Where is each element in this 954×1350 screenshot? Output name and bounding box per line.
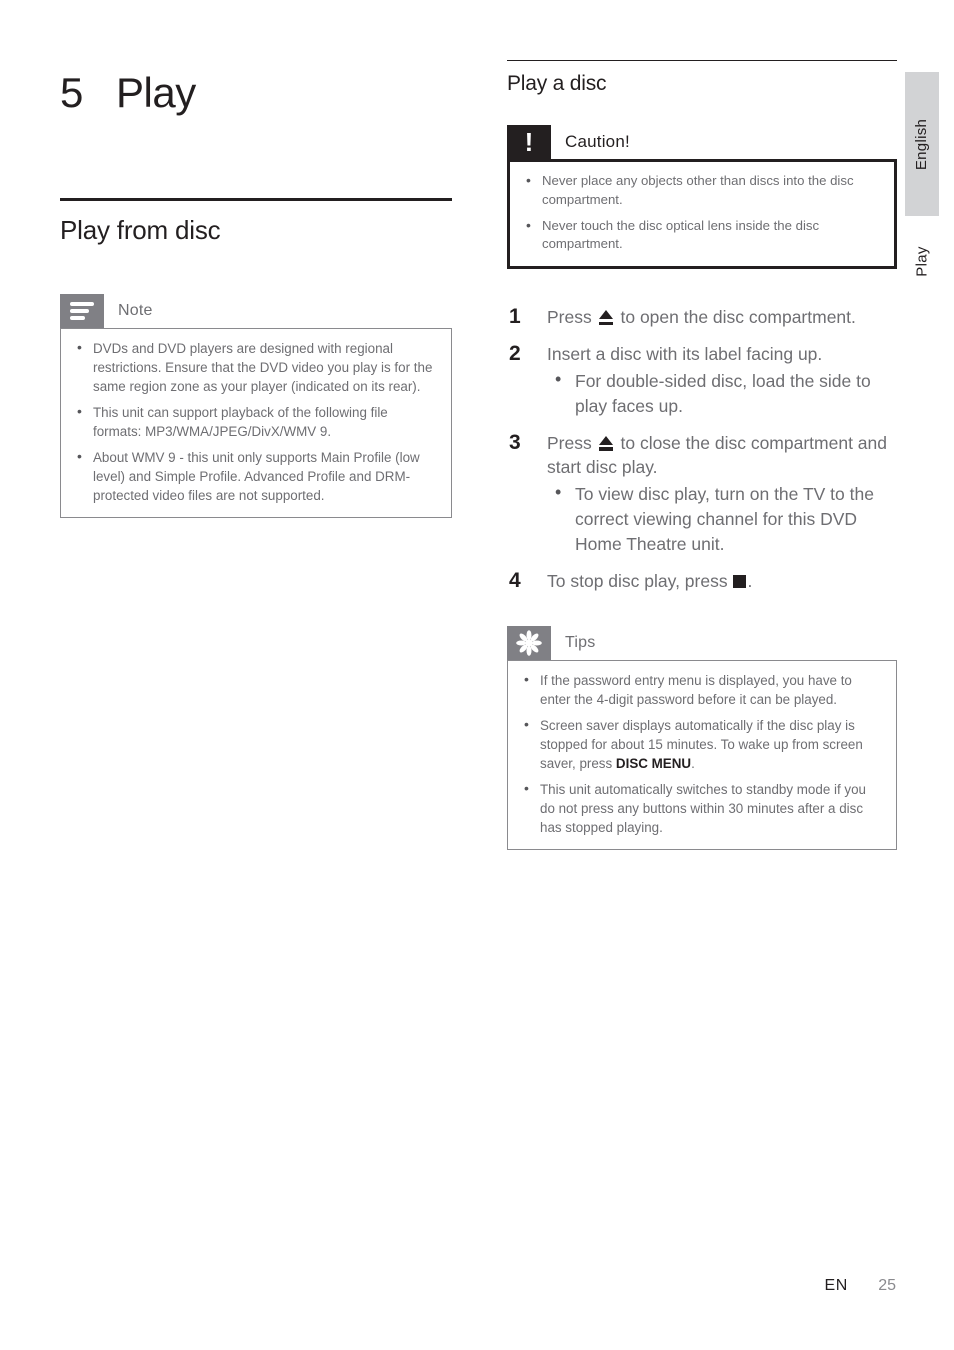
tips-callout: Tips If the password entry menu is displ… (507, 625, 897, 850)
tips-callout-header: Tips (507, 625, 897, 660)
step-item-4: 4 To stop disc play, press . (507, 569, 897, 594)
step-text-continued: . (747, 570, 753, 591)
stop-icon (733, 574, 747, 588)
asterisk-icon (507, 625, 551, 660)
substeps-list: To view disc play, turn on the TV to the… (547, 480, 897, 557)
list-item: This unit automatically switches to stan… (518, 779, 882, 837)
list-item: Never touch the disc optical lens inside… (520, 216, 880, 254)
note-callout: Note DVDs and DVD players are designed w… (60, 294, 452, 519)
caution-list: Never place any objects other than discs… (520, 171, 880, 254)
side-tab-language: English (905, 72, 939, 216)
note-list: DVDs and DVD players are designed with r… (71, 338, 437, 505)
tips-callout-title: Tips (565, 633, 596, 651)
step-text-continued: to open the disc compartment. (620, 307, 856, 328)
note-lines-icon (60, 294, 104, 329)
section-rule (507, 60, 897, 61)
page-footer: EN 25 (0, 1277, 954, 1295)
section-heading-play-from-disc: Play from disc (60, 215, 221, 245)
tip-text: If the password entry menu is displayed,… (540, 672, 852, 707)
list-item: This unit can support playback of the fo… (71, 402, 437, 441)
exclamation-icon: ! (507, 125, 551, 160)
list-item: About WMV 9 - this unit only supports Ma… (71, 447, 437, 505)
exclamation-icon-art: ! (524, 127, 534, 158)
step-text: Press (547, 307, 592, 328)
right-column: Play a disc ! Caution! Never place any o… (507, 60, 897, 850)
list-item: For double-sided disc, load the side to … (547, 367, 897, 419)
chapter-title: 5 Play (60, 60, 452, 114)
caution-callout-title: Caution! (565, 132, 630, 152)
steps-list: 1 Press to open the disc compartment. 2 … (507, 305, 897, 593)
step-number: 1 (509, 305, 521, 329)
list-item: Screen saver displays automatically if t… (518, 715, 882, 773)
list-item: To view disc play, turn on the TV to the… (547, 480, 897, 557)
caution-callout-body: Never place any objects other than discs… (507, 159, 897, 270)
side-tab-chapter-label: Play (913, 245, 931, 277)
caution-callout-header: ! Caution! (507, 125, 897, 160)
tips-callout-body: If the password entry menu is displayed,… (507, 659, 897, 850)
step-number: 4 (509, 568, 521, 592)
step-text: To stop disc play, press (547, 570, 728, 591)
footer-language-code: EN (824, 1277, 848, 1294)
tip-emphasis: DISC MENU (615, 755, 692, 771)
substeps-list: For double-sided disc, load the side to … (547, 367, 897, 419)
left-column: 5 Play Play from disc Note DVDs and DVD … (60, 60, 452, 519)
list-item: Never place any objects other than discs… (520, 171, 880, 209)
step-text: Insert a disc with its label facing up. (547, 343, 823, 364)
side-tab-chapter: Play (905, 226, 939, 296)
step-item-2: 2 Insert a disc with its label facing up… (507, 342, 897, 419)
chapter-name: Play (116, 69, 196, 116)
note-callout-header: Note (60, 294, 452, 329)
list-item: DVDs and DVD players are designed with r… (71, 338, 437, 396)
side-tab-language-label: English (913, 118, 931, 170)
step-item-1: 1 Press to open the disc compartment. (507, 305, 897, 330)
step-text: Press (547, 432, 592, 453)
section-rule (60, 198, 452, 201)
step-number: 3 (509, 430, 521, 454)
asterisk-icon-art (516, 629, 542, 656)
tip-text: Screen saver displays automatically if t… (540, 717, 863, 771)
list-item: If the password entry menu is displayed,… (518, 670, 882, 709)
note-callout-title: Note (118, 302, 153, 320)
eject-icon (598, 310, 614, 326)
eject-icon (598, 435, 614, 451)
footer-page-number: 25 (878, 1277, 896, 1294)
tips-list: If the password entry menu is displayed,… (518, 670, 882, 837)
note-callout-body: DVDs and DVD players are designed with r… (60, 328, 452, 519)
section-heading-play-a-disc: Play a disc (507, 72, 607, 95)
tip-text-tail: . (691, 755, 695, 771)
step-number: 2 (509, 341, 521, 365)
step-item-3: 3 Press to close the disc compartment an… (507, 431, 897, 557)
caution-callout: ! Caution! Never place any objects other… (507, 125, 897, 270)
tip-text: This unit automatically switches to stan… (540, 781, 866, 835)
note-lines-icon-art (70, 302, 94, 321)
chapter-number: 5 (60, 69, 83, 116)
